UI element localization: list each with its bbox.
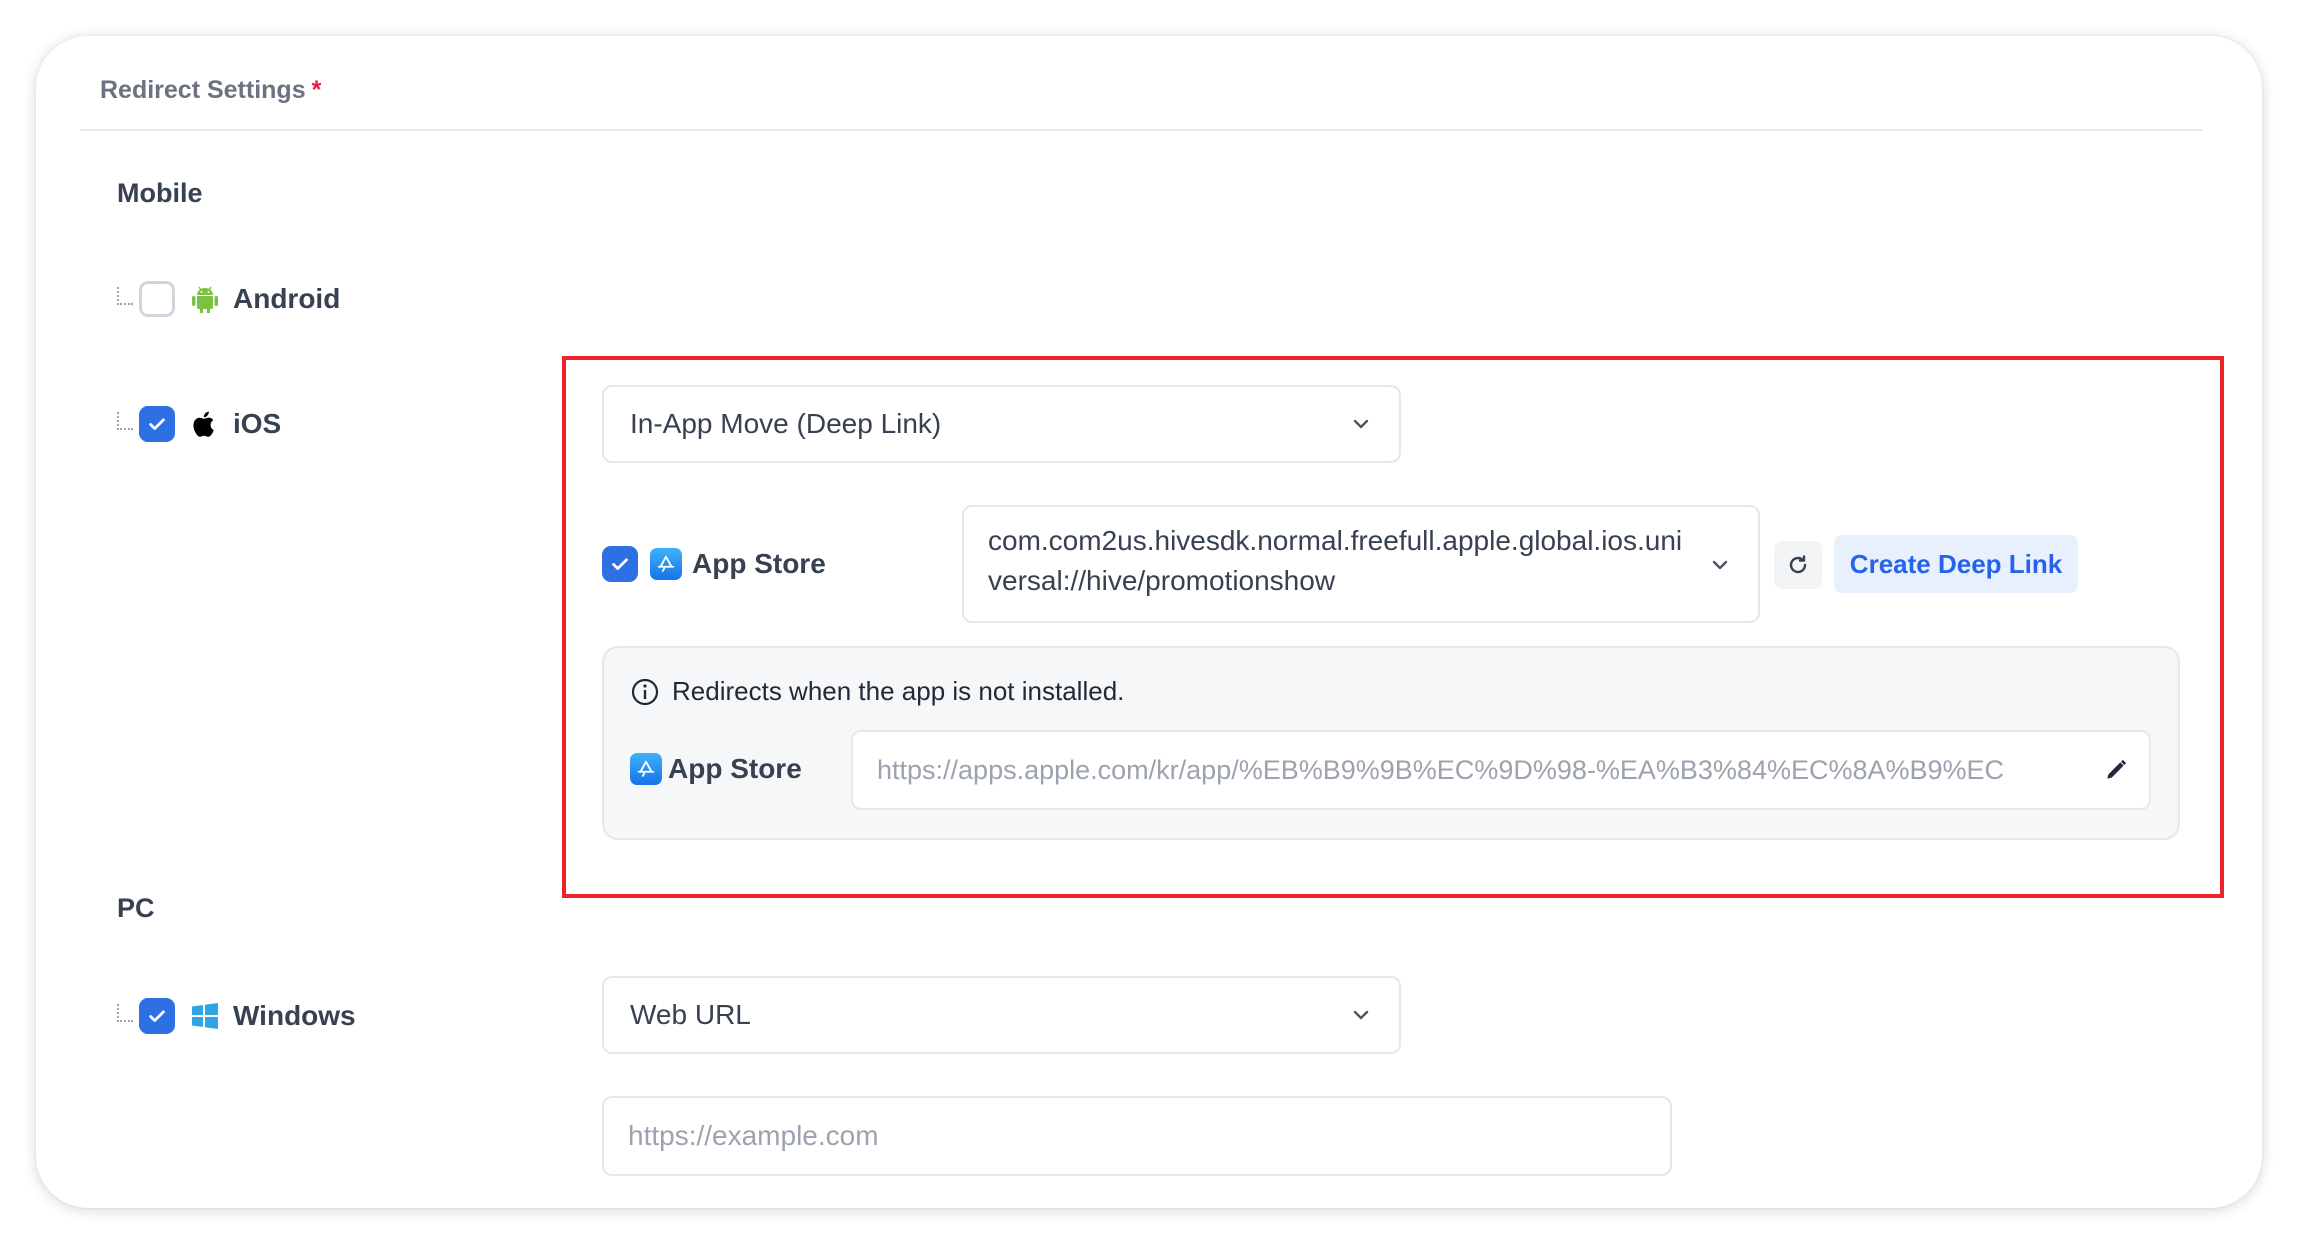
info-icon (631, 678, 659, 705)
check-icon (149, 418, 165, 430)
mobile-group-label: Mobile (117, 178, 203, 208)
chevron-down-icon (1353, 1010, 1369, 1020)
deep-link-value: com.com2us.hivesdk.normal.freefull.apple… (988, 525, 1683, 596)
not-installed-info: Redirects when the app is not installed. (630, 676, 1124, 707)
windows-redirect-type-value: Web URL (630, 999, 751, 1030)
fallback-store-label-text: App Store (668, 753, 802, 784)
tree-connector (117, 287, 133, 305)
windows-redirect-type-select[interactable]: Web URL (602, 976, 1401, 1054)
fallback-store-label: App Store (630, 753, 802, 785)
android-row: Android (117, 281, 340, 317)
section-title: Redirect Settings * (100, 76, 321, 105)
tree-connector (117, 412, 133, 430)
chevron-down-icon (1712, 560, 1728, 570)
windows-url-field[interactable] (602, 1096, 1672, 1176)
android-checkbox[interactable] (139, 281, 175, 317)
windows-url-input[interactable] (628, 1120, 1646, 1152)
check-icon (149, 1010, 165, 1022)
not-installed-info-text: Redirects when the app is not installed. (672, 676, 1125, 706)
deep-link-select[interactable]: com.com2us.hivesdk.normal.freefull.apple… (962, 505, 1760, 623)
ios-checkbox[interactable] (139, 406, 175, 442)
fallback-url-field[interactable] (851, 730, 2151, 810)
apple-icon (193, 411, 214, 437)
pencil-icon[interactable] (2103, 757, 2129, 783)
appstore-row: App Store (602, 546, 826, 582)
ios-redirect-type-value: In-App Move (Deep Link) (630, 408, 942, 439)
windows-checkbox[interactable] (139, 998, 175, 1034)
android-label: Android (233, 283, 341, 314)
check-icon (612, 558, 628, 570)
pc-group-label: PC (117, 893, 155, 923)
refresh-icon (1789, 555, 1807, 574)
windows-icon (192, 1003, 218, 1029)
fallback-url-input[interactable] (877, 754, 2103, 786)
ios-redirect-type-select[interactable]: In-App Move (Deep Link) (602, 385, 1401, 463)
required-mark: * (311, 76, 322, 104)
app-store-icon (650, 548, 682, 580)
android-icon (192, 286, 218, 313)
appstore-label: App Store (692, 548, 826, 579)
tree-connector (117, 1004, 133, 1022)
section-title-text: Redirect Settings (100, 76, 306, 104)
refresh-button[interactable] (1774, 541, 1822, 589)
chevron-down-icon (1353, 419, 1369, 429)
appstore-checkbox[interactable] (602, 546, 638, 582)
header-divider (80, 129, 2202, 131)
app-store-icon (630, 753, 662, 785)
create-deep-link-button[interactable]: Create Deep Link (1834, 535, 2078, 593)
windows-row: Windows (117, 998, 356, 1034)
windows-label: Windows (233, 1000, 356, 1031)
ios-label: iOS (233, 408, 282, 439)
ios-row: iOS (117, 406, 281, 442)
